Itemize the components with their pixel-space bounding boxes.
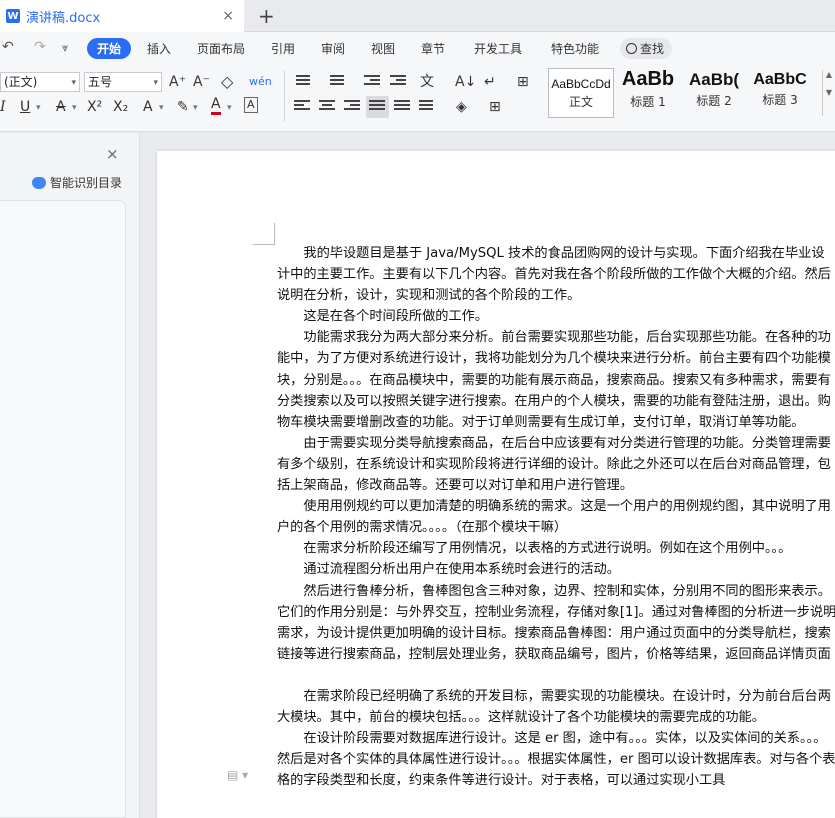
chevron-down-icon: ▾ [71, 78, 76, 88]
highlight-icon[interactable]: ✎ [177, 97, 189, 117]
borders-icon[interactable]: ⊞ [489, 97, 501, 117]
paragraph[interactable]: 我的毕设题目是基于 Java/MySQL 技术的食品团购网的设计与实现。下面介绍… [277, 243, 835, 306]
style-heading-3[interactable]: AaBbC 标题 3 [748, 68, 812, 118]
tab-special-features[interactable]: 特色功能 [551, 40, 599, 57]
show-marks-icon[interactable]: ↵ [484, 72, 496, 92]
strikethrough-button[interactable]: A [56, 97, 66, 117]
new-tab-button[interactable]: + [258, 4, 275, 28]
tab-view[interactable]: 视图 [371, 40, 395, 57]
search-label: 查找 [640, 42, 665, 56]
increase-indent-icon[interactable] [390, 75, 406, 89]
text-effects-button[interactable]: A [143, 97, 153, 117]
tab-review[interactable]: 审阅 [321, 40, 345, 57]
line-spacing-icon[interactable] [419, 100, 435, 114]
search-button[interactable]: 查找 [620, 38, 672, 59]
grow-font-button[interactable]: A⁺ [169, 72, 186, 92]
clear-format-icon[interactable]: ◇ [221, 72, 233, 92]
wps-writer-icon: W [6, 9, 20, 23]
shrink-font-button[interactable]: A⁻ [193, 72, 210, 92]
numbered-list-icon[interactable] [330, 75, 346, 89]
paragraph[interactable]: 在需求阶段已经明确了系统的开发目标，需要实现的功能模块。在设计时，分为前台后台两… [277, 686, 835, 728]
font-style-combo[interactable]: (正文) ▾ [0, 72, 80, 92]
paragraph[interactable]: 在需求分析阶段还编写了用例情况，以表格的方式进行说明。例如在这个用例中。。。 [277, 538, 835, 559]
justify-icon [369, 100, 385, 114]
align-right-icon[interactable] [344, 100, 360, 114]
font-style-value: (正文) [4, 75, 38, 89]
search-icon [626, 43, 637, 54]
toolbar-divider [284, 70, 285, 122]
paragraph[interactable]: 通过流程图分析出用户在使用本系统时会进行的活动。 [277, 559, 835, 580]
chevron-down-icon[interactable]: ▾ [193, 98, 198, 118]
smart-toc-label: 智能识别目录 [50, 176, 123, 190]
distributed-align-icon[interactable] [394, 100, 410, 114]
chinese-layout-icon[interactable]: 文 [420, 72, 434, 92]
navigation-pane: × 智能识别目录 [0, 133, 140, 818]
style-normal[interactable]: AaBbCcDd 正文 [548, 68, 614, 118]
document-body[interactable]: 我的毕设题目是基于 Java/MySQL 技术的食品团购网的设计与实现。下面介绍… [277, 243, 835, 791]
chevron-down-icon[interactable]: ▾ [159, 98, 164, 118]
shading-icon[interactable]: ◈ [456, 97, 467, 117]
superscript-button[interactable]: X² [87, 97, 102, 117]
paragraph[interactable]: 然后进行鲁棒分析，鲁棒图包含三种对象，边界、控制和实体，分别用不同的图形来表示。… [277, 581, 835, 665]
paragraph-layout-icon[interactable]: ▤ ▾ [227, 768, 248, 782]
tab-references[interactable]: 引用 [271, 40, 295, 57]
document-tab[interactable]: W 演讲稿.docx × [0, 0, 244, 32]
style-heading-2[interactable]: AaBb( 标题 2 [682, 68, 746, 118]
paragraph[interactable]: 这是在各个时间段所做的工作。 [277, 306, 835, 327]
subscript-button[interactable]: X₂ [113, 97, 128, 117]
document-page[interactable]: 我的毕设题目是基于 Java/MySQL 技术的食品团购网的设计与实现。下面介绍… [157, 151, 835, 818]
style-gallery: AaBbCcDd 正文 AaBb 标题 1 AaBb( 标题 2 AaBbC 标… [548, 68, 823, 118]
quick-access-more-icon[interactable]: ⩔ [62, 41, 68, 55]
tab-bar: W 演讲稿.docx × + [0, 0, 835, 32]
phonetic-guide-button[interactable]: wén [249, 72, 272, 92]
document-tab-title: 演讲稿.docx [26, 10, 101, 26]
character-border-button[interactable]: A [244, 97, 258, 113]
paragraph[interactable]: 功能需求我分为两大部分来分析。前台需要实现那些功能，后台实现那些功能。在各种的功… [277, 327, 835, 432]
ribbon-menu-bar: ↶ ↷ ⩔ 开始 插入 页面布局 引用 审阅 视图 章节 开发工具 特色功能 查… [0, 32, 835, 64]
font-size-value: 五号 [88, 75, 113, 89]
paragraph[interactable]: 使用用例规约可以更加清楚的明确系统的需求。这是一个用户的用例规约图，其中说明了用… [277, 496, 835, 538]
font-color-button[interactable]: A [211, 95, 221, 115]
align-center-icon[interactable] [319, 100, 335, 114]
decrease-indent-icon[interactable] [364, 75, 380, 89]
paragraph[interactable]: 由于需要实现分类导航搜索商品，在后台中应该要有对分类进行管理的功能。分类管理需要… [277, 433, 835, 496]
tab-developer[interactable]: 开发工具 [474, 40, 522, 57]
style-heading-1[interactable]: AaBb 标题 1 [616, 68, 680, 118]
smart-toc-button[interactable]: 智能识别目录 [32, 174, 122, 191]
empty-paragraph[interactable] [277, 665, 835, 686]
undo-icon[interactable]: ↶ [2, 39, 14, 55]
underline-button[interactable]: U [20, 97, 30, 117]
chevron-down-icon[interactable]: ▾ [227, 98, 232, 118]
smart-toc-icon [32, 176, 46, 189]
redo-icon[interactable]: ↷ [34, 39, 46, 55]
close-pane-icon[interactable]: × [106, 145, 119, 163]
table-tools-icon[interactable]: ⊞ [517, 72, 529, 92]
font-size-combo[interactable]: 五号 ▾ [84, 72, 162, 92]
document-canvas: 我的毕设题目是基于 Java/MySQL 技术的食品团购网的设计与实现。下面介绍… [141, 133, 835, 818]
margin-corner-marker [253, 223, 275, 245]
toc-list-area [0, 200, 126, 818]
align-left-icon[interactable] [294, 100, 310, 114]
style-gallery-scroller[interactable]: ▲ ▼ [822, 70, 835, 116]
tab-chapter[interactable]: 章节 [421, 40, 445, 57]
italic-button[interactable]: I [0, 97, 6, 117]
close-tab-icon[interactable]: × [222, 8, 234, 24]
bullet-list-icon[interactable] [296, 75, 312, 89]
chevron-down-icon[interactable]: ▾ [36, 98, 41, 118]
chevron-down-icon: ▾ [153, 78, 158, 88]
sort-icon[interactable]: A↓ [455, 72, 476, 92]
paragraph[interactable]: 在设计阶段需要对数据库进行设计。这是 er 图，途中有。。。实体，以及实体间的关… [277, 728, 835, 791]
tab-home[interactable]: 开始 [87, 38, 131, 59]
tab-insert[interactable]: 插入 [147, 40, 171, 57]
chevron-down-icon[interactable]: ▾ [72, 98, 77, 118]
tab-page-layout[interactable]: 页面布局 [197, 40, 245, 57]
